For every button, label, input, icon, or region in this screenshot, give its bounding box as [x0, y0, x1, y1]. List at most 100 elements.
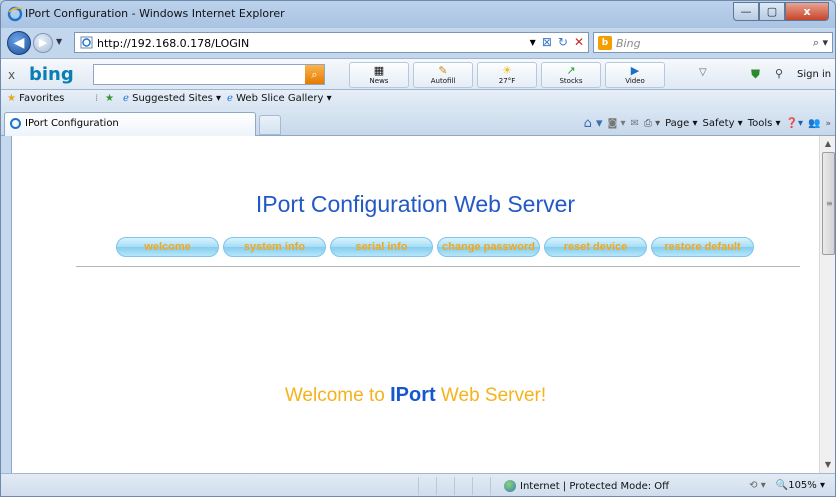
mail-icon[interactable]: ✉: [631, 118, 639, 129]
scroll-thumb[interactable]: ≡: [822, 152, 835, 255]
bing-toolbar: x bing ⌕ ▦ News ✎ Autofill ☀ 27°F ↗ Stoc…: [1, 58, 835, 90]
news-label: News: [369, 77, 389, 85]
protected-mode-icon[interactable]: ⟲ ▾: [749, 480, 766, 491]
bing-search-input[interactable]: ⌕: [93, 64, 325, 85]
zoom-control[interactable]: 🔍105% ▾: [776, 480, 825, 491]
tab-label: IPort Configuration: [25, 118, 119, 129]
suggested-sites-label: Suggested Sites ▾: [132, 93, 222, 104]
video-label: Video: [625, 77, 645, 85]
toolbar-more-icon[interactable]: ▽: [699, 67, 707, 78]
welcome-suffix: Web Server!: [435, 385, 547, 406]
maximize-button[interactable]: ▢: [759, 2, 785, 21]
menu-system-info-button[interactable]: system info: [223, 237, 326, 257]
ie-small-icon: ℯ: [123, 93, 129, 104]
search-placeholder: Bing: [616, 37, 641, 50]
page-content: IPort Configuration Web Server welcome s…: [11, 136, 819, 473]
favorites-separator: ⁞: [95, 93, 99, 104]
page-title: IPort Configuration Web Server: [255, 191, 576, 217]
welcome-brand: IPort: [390, 384, 436, 406]
star-icon: ★: [7, 93, 16, 104]
favorites-bar: ★ Favorites ⁞ ★ ℯ Suggested Sites ▾ ℯ We…: [1, 90, 835, 110]
status-right: ⟲ ▾ 🔍105% ▾: [749, 480, 825, 491]
key-icon[interactable]: ⚲: [775, 67, 783, 80]
sun-icon: ☀: [502, 64, 512, 77]
menu-reset-device-button[interactable]: reset device: [544, 237, 647, 257]
messenger-icon[interactable]: 👥: [808, 118, 820, 129]
safety-menu[interactable]: Safety ▾: [703, 118, 743, 129]
menu-serial-info-button[interactable]: serial info: [330, 237, 433, 257]
help-icon[interactable]: ❓▾: [786, 118, 803, 129]
autofill-button[interactable]: ✎ Autofill: [413, 62, 473, 88]
globe-icon: [504, 480, 516, 492]
chevron-more-icon[interactable]: »: [825, 119, 831, 129]
autofill-label: Autofill: [430, 77, 456, 85]
title-bar: IPort Configuration - Windows Internet E…: [1, 1, 835, 28]
menu-restore-default-button[interactable]: restore default: [651, 237, 754, 257]
back-arrow-icon: ◀: [13, 35, 25, 51]
play-icon: ▶: [630, 64, 640, 77]
news-button[interactable]: ▦ News: [349, 62, 409, 88]
window-title: IPort Configuration - Windows Internet E…: [25, 7, 285, 20]
bing-search-go-button[interactable]: ⌕: [305, 65, 324, 84]
address-dropdown-icon[interactable]: ▼: [530, 35, 536, 51]
stocks-label: Stocks: [559, 77, 583, 85]
welcome-prefix: Welcome to: [284, 385, 391, 406]
menu-welcome-button[interactable]: welcome: [116, 237, 219, 257]
forward-arrow-icon: ▶: [38, 36, 48, 49]
status-cell: [473, 477, 491, 495]
window-controls: — ▢ x: [733, 2, 829, 21]
welcome-message: Welcome to IPort Web Server!: [12, 384, 819, 407]
close-button[interactable]: x: [785, 2, 829, 21]
menu-change-password-button[interactable]: change password: [437, 237, 540, 257]
bing-search-icon: b: [598, 36, 612, 50]
video-button[interactable]: ▶ Video: [605, 62, 665, 88]
status-cell: [437, 477, 455, 495]
stocks-icon: ↗: [566, 64, 576, 77]
weather-button[interactable]: ☀ 27°F: [477, 62, 537, 88]
favorites-label: Favorites: [19, 93, 65, 104]
compatibility-icon[interactable]: ⊠: [542, 35, 552, 51]
vertical-scrollbar[interactable]: ▲ ≡ ▼: [819, 136, 835, 473]
status-cell: [419, 477, 437, 495]
web-slice-gallery-link[interactable]: ℯ Web Slice Gallery ▾: [227, 93, 332, 104]
tab-ie-icon: [10, 118, 21, 129]
status-cell: [401, 477, 419, 495]
address-tools: ▼ ⊠ ↻ ✕: [530, 35, 584, 51]
stop-icon[interactable]: ✕: [574, 35, 584, 51]
add-favorite-icon[interactable]: ★: [105, 93, 114, 104]
address-bar[interactable]: http://192.168.0.178/LOGIN ▼ ⊠ ↻ ✕: [74, 32, 589, 53]
print-icon[interactable]: ⎙ ▾: [644, 118, 660, 129]
shield-icon[interactable]: ⛊: [751, 67, 760, 82]
suggested-sites-link[interactable]: ℯ Suggested Sites ▾: [123, 93, 221, 104]
ie-icon: [7, 6, 23, 22]
new-tab-button[interactable]: [259, 115, 281, 135]
scroll-up-icon[interactable]: ▲: [820, 136, 835, 152]
search-icon[interactable]: ⌕ ▾: [813, 36, 828, 50]
forward-button[interactable]: ▶: [33, 33, 53, 53]
nav-menu: welcome system info serial info change p…: [116, 237, 756, 257]
recent-pages-dropdown[interactable]: ▼: [56, 37, 62, 46]
toolbar-close-icon[interactable]: x: [8, 68, 15, 82]
refresh-icon[interactable]: ↻: [558, 35, 568, 51]
sign-in-link[interactable]: Sign in: [797, 69, 831, 80]
back-button[interactable]: ◀: [7, 31, 31, 55]
feeds-icon[interactable]: ◙ ▾: [608, 118, 626, 129]
bing-logo: bing: [29, 64, 74, 85]
favorites-button[interactable]: ★ Favorites: [7, 93, 64, 104]
tab-iport-configuration[interactable]: IPort Configuration: [4, 112, 256, 136]
zoom-level: 105%: [788, 480, 817, 491]
pencil-icon: ✎: [438, 64, 448, 77]
browser-window: IPort Configuration - Windows Internet E…: [0, 0, 836, 497]
stocks-button[interactable]: ↗ Stocks: [541, 62, 601, 88]
search-box[interactable]: b Bing ⌕ ▾: [593, 32, 833, 53]
minimize-button[interactable]: —: [733, 2, 759, 21]
url-text: http://192.168.0.178/LOGIN: [97, 37, 250, 50]
status-cells: [401, 477, 491, 495]
status-bar: Internet | Protected Mode: Off ⟲ ▾ 🔍105%…: [1, 473, 835, 496]
scroll-down-icon[interactable]: ▼: [820, 457, 835, 473]
page-menu[interactable]: Page ▾: [665, 118, 697, 129]
security-zone[interactable]: Internet | Protected Mode: Off: [520, 481, 669, 492]
home-icon[interactable]: ⌂ ▾: [584, 116, 603, 131]
tab-row: IPort Configuration ⌂ ▾ ◙ ▾ ✉ ⎙ ▾ Page ▾…: [1, 110, 835, 136]
tools-menu[interactable]: Tools ▾: [748, 118, 781, 129]
